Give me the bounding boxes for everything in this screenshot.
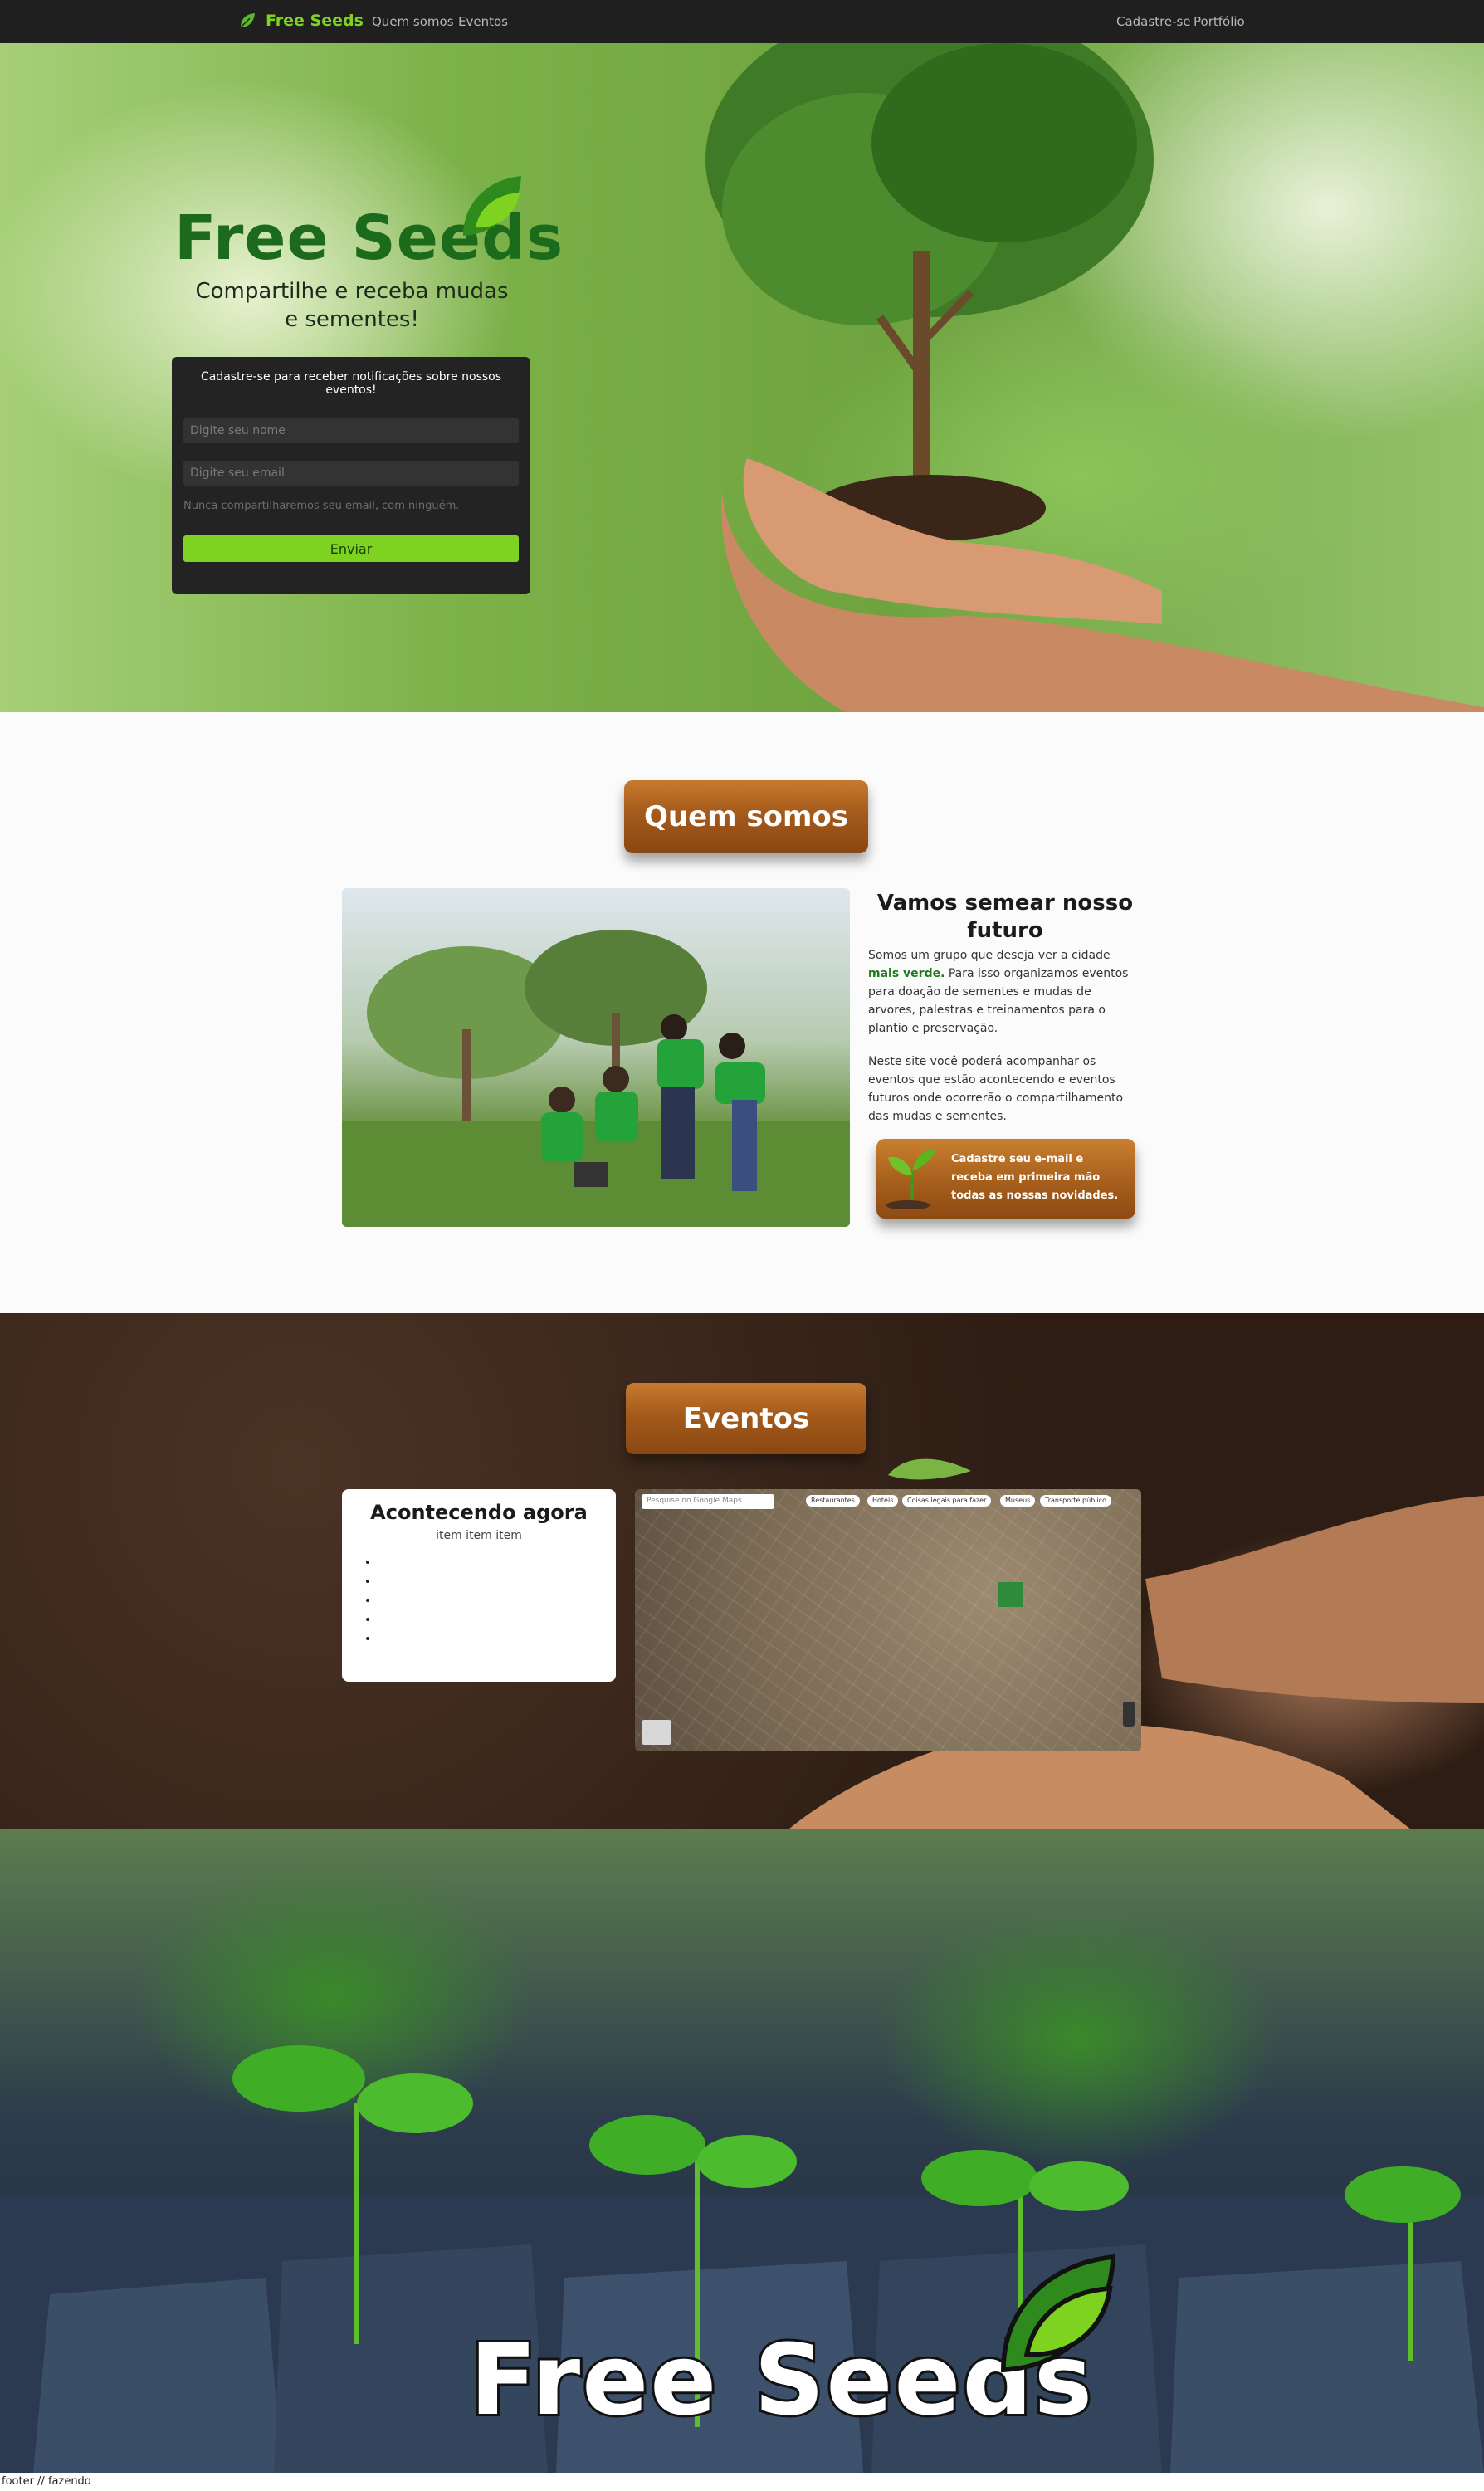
map-chip[interactable]: Hotéis <box>867 1495 899 1507</box>
map-layers-button[interactable] <box>642 1720 671 1745</box>
leaf-icon <box>463 176 521 236</box>
about-section: Quem somos Vamos semear nosso futuro Som… <box>0 712 1484 1313</box>
newsletter-cta-sign[interactable]: Cadastre seu e-mail e receba em primeira… <box>876 1139 1135 1219</box>
about-sign: Quem somos <box>624 780 868 853</box>
list-item <box>378 1575 604 1594</box>
nav-brand[interactable]: Free Seeds <box>237 11 364 31</box>
banner-section: Free Seeds <box>0 1829 1484 2473</box>
about-photo <box>342 888 850 1227</box>
email-input[interactable] <box>183 461 519 486</box>
events-list <box>378 1556 604 1651</box>
map-chip[interactable]: Transporte público <box>1040 1495 1111 1507</box>
list-item <box>378 1556 604 1575</box>
signup-form: Cadastre-se para receber notificações so… <box>172 357 530 594</box>
events-section: Eventos Acontecendo agora item item item… <box>0 1313 1484 1829</box>
email-help-text: Nunca compartilharemos seu email, com ni… <box>183 500 460 512</box>
volunteers-planting-image <box>342 930 850 1227</box>
nav-link-portfolio[interactable]: Portfólio <box>1194 14 1245 29</box>
map-chip[interactable]: Coisas legais para fazer <box>902 1495 992 1507</box>
about-heading: Vamos semear nosso futuro <box>876 891 1134 943</box>
leaf-icon <box>240 13 255 28</box>
events-now-title: Acontecendo agora <box>370 1501 588 1524</box>
hero-subtitle: Compartilhe e receba mudas e sementes! <box>195 279 509 332</box>
list-item <box>378 1613 604 1632</box>
map-chip[interactable]: Restaurantes <box>806 1495 860 1507</box>
list-item <box>378 1632 604 1651</box>
map-chip[interactable]: Museus <box>1000 1495 1036 1507</box>
navbar: Free Seeds Quem somos Eventos Cadastre-s… <box>0 0 1484 43</box>
list-item <box>378 1594 604 1613</box>
hero-logo: Free Seeds <box>174 176 564 274</box>
hero-section: Free Seeds Compartilhe e receba mudas e … <box>0 43 1484 712</box>
leaf-icon <box>1001 2254 1116 2373</box>
nav-link-quem-somos[interactable]: Quem somos <box>372 14 454 29</box>
map-zoom-control[interactable] <box>1123 1702 1135 1727</box>
map-search-input[interactable]: Pesquise no Google Maps <box>642 1494 774 1509</box>
map-park-area <box>998 1582 1023 1607</box>
about-paragraph-2: Neste site você poderá acompanhar os eve… <box>868 1055 1124 1123</box>
signup-form-title: Cadastre-se para receber notificações so… <box>200 370 502 397</box>
footer-text: footer // fazendo <box>2 2475 91 2488</box>
name-input[interactable] <box>183 418 519 443</box>
events-now-card: Acontecendo agora item item item <box>342 1489 616 1682</box>
sprout-icon <box>886 1149 936 1209</box>
events-now-subtitle: item item item <box>436 1529 522 1542</box>
about-paragraph-1: Somos um grupo que deseja ver a cidade m… <box>868 946 1132 1038</box>
about-paragraph-1-text: Somos um grupo que deseja ver a cidade <box>868 949 1111 962</box>
about-highlight: mais verde. <box>868 967 945 980</box>
newsletter-cta-text: Cadastre seu e-mail e receba em primeira… <box>951 1153 1119 1202</box>
nav-brand-text: Free Seeds <box>266 12 364 30</box>
embedded-map[interactable]: Pesquise no Google Maps Restaurantes Hot… <box>635 1489 1141 1751</box>
submit-button[interactable]: Enviar <box>183 535 519 562</box>
nav-link-eventos[interactable]: Eventos <box>458 14 508 29</box>
nav-link-cadastre-se[interactable]: Cadastre-se <box>1116 14 1191 29</box>
events-sign: Eventos <box>626 1383 866 1454</box>
